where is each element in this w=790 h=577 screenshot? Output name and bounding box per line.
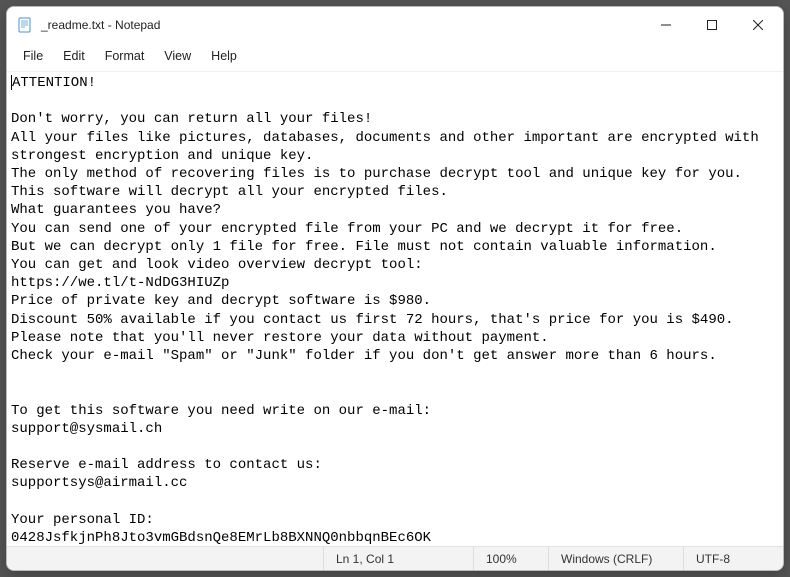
- menu-help[interactable]: Help: [201, 45, 247, 67]
- status-zoom: 100%: [473, 547, 548, 570]
- maximize-button[interactable]: [689, 9, 735, 41]
- notepad-icon: [17, 17, 33, 33]
- menu-view[interactable]: View: [154, 45, 201, 67]
- close-button[interactable]: [735, 9, 781, 41]
- status-encoding: UTF-8: [683, 547, 783, 570]
- text-editor[interactable]: ATTENTION! Don't worry, you can return a…: [7, 71, 783, 546]
- titlebar: _readme.txt - Notepad: [7, 7, 783, 43]
- statusbar: Ln 1, Col 1 100% Windows (CRLF) UTF-8: [7, 546, 783, 570]
- status-line-col: Ln 1, Col 1: [323, 547, 473, 570]
- maximize-icon: [707, 20, 717, 30]
- menu-edit[interactable]: Edit: [53, 45, 95, 67]
- status-eol: Windows (CRLF): [548, 547, 683, 570]
- window-title: _readme.txt - Notepad: [41, 18, 160, 32]
- minimize-button[interactable]: [643, 9, 689, 41]
- menu-format[interactable]: Format: [95, 45, 155, 67]
- menu-file[interactable]: File: [13, 45, 53, 67]
- minimize-icon: [661, 20, 671, 30]
- document-content: ATTENTION! Don't worry, you can return a…: [11, 75, 767, 546]
- menubar: File Edit Format View Help: [7, 43, 783, 71]
- close-icon: [753, 20, 763, 30]
- status-empty: [7, 547, 323, 570]
- notepad-window: _readme.txt - Notepad File Edit Format V…: [6, 6, 784, 571]
